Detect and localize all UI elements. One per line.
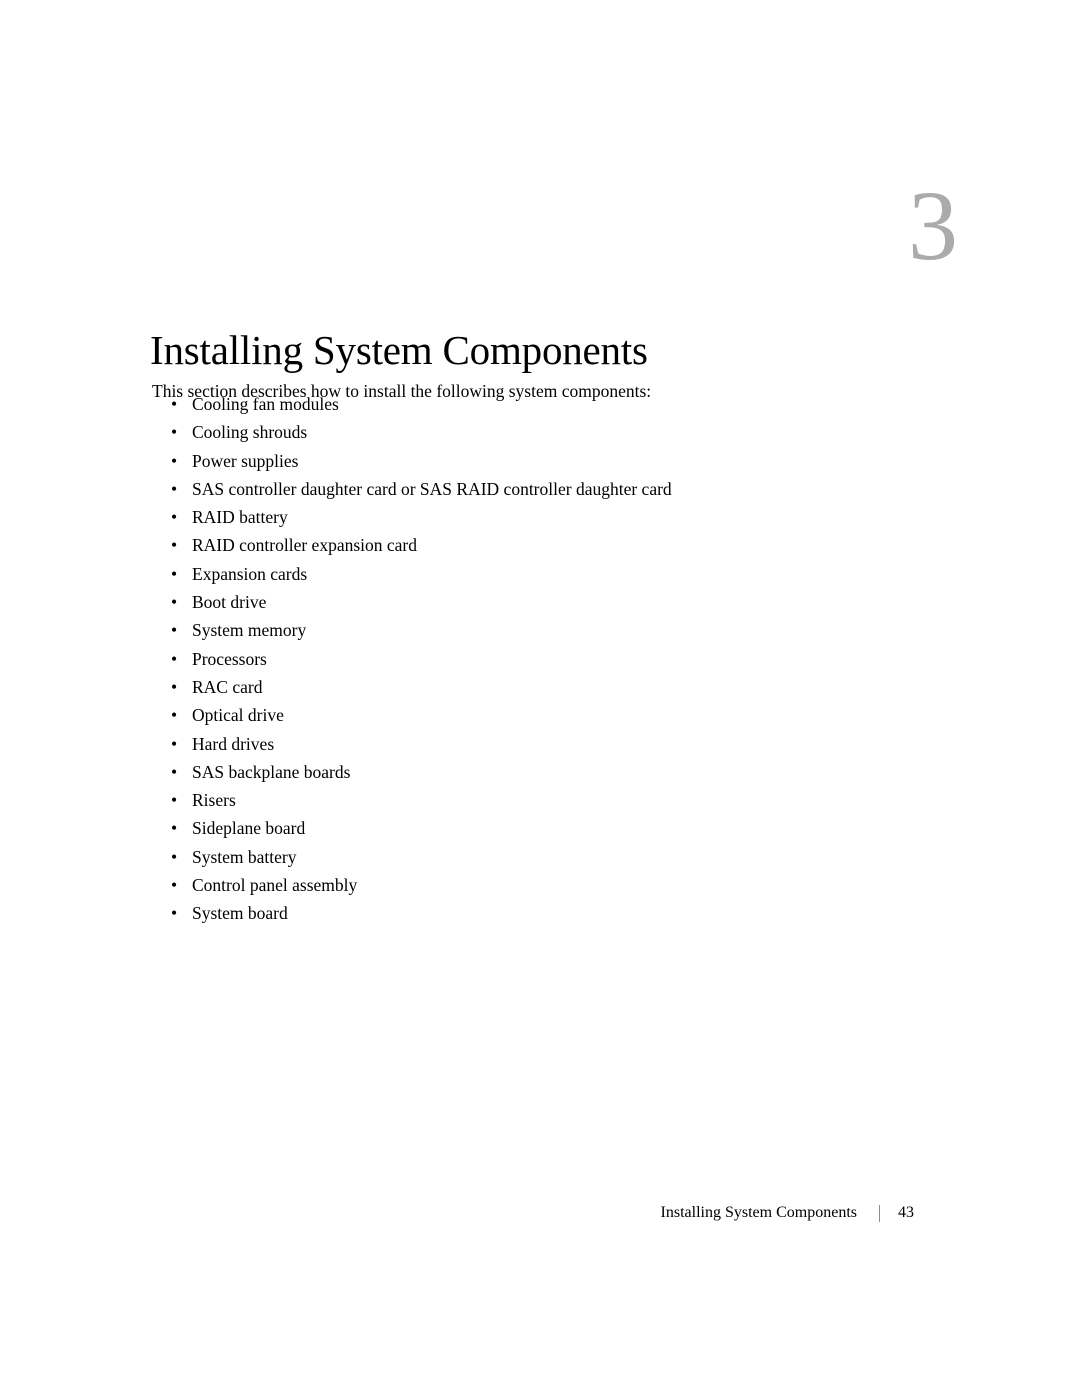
list-item-label: Expansion cards (192, 563, 308, 584)
bullet-icon: • (171, 507, 178, 528)
list-item: • Optical drive (152, 701, 872, 729)
list-item-label: System memory (192, 620, 307, 641)
list-item-label: System board (192, 903, 288, 924)
component-list: • Cooling fan modules • Cooling shrouds • Pow… (152, 390, 872, 928)
list-item-label: Power supplies (192, 450, 299, 471)
list-item-label: RAC card (192, 676, 263, 697)
bullet-icon: • (171, 422, 178, 443)
list-item-label: Hard drives (192, 733, 275, 754)
bullet-icon: • (171, 846, 178, 867)
bullet-icon: • (171, 535, 178, 556)
list-item: • System battery (152, 843, 872, 871)
page-title: Installing System Components (150, 327, 648, 374)
list-item: • RAID battery (152, 503, 872, 531)
list-item: • RAC card (152, 673, 872, 701)
list-item-label: Risers (192, 790, 236, 811)
bullet-icon: • (171, 648, 178, 669)
bullet-icon: • (171, 903, 178, 924)
list-item: • Risers (152, 786, 872, 814)
list-item-label: RAID battery (192, 507, 288, 528)
list-item-label: Sideplane board (192, 818, 306, 839)
list-item: • RAID controller expansion card (152, 531, 872, 559)
bullet-icon: • (171, 563, 178, 584)
list-item: • System memory (152, 616, 872, 644)
list-item: • Power supplies (152, 447, 872, 475)
bullet-icon: • (171, 394, 178, 414)
list-item: • Expansion cards (152, 560, 872, 588)
list-item-label: RAID controller expansion card (192, 535, 417, 556)
list-item: • Sideplane board (152, 814, 872, 842)
list-item-label: Cooling fan modules (192, 394, 339, 414)
list-item: • System board (152, 899, 872, 927)
page-footer: Installing System Components 43 (0, 1200, 1080, 1226)
bullet-icon: • (171, 450, 178, 471)
bullet-icon: • (171, 818, 178, 839)
bullet-icon: • (171, 875, 178, 896)
chapter-number: 3 (908, 170, 958, 281)
list-item: • Hard drives (152, 730, 872, 758)
bullet-icon: • (171, 733, 178, 754)
list-item-label: System battery (192, 846, 297, 867)
list-item-label: Processors (192, 648, 267, 669)
bullet-icon: • (171, 790, 178, 811)
footer-separator-icon (879, 1204, 880, 1222)
list-item-label: Control panel assembly (192, 875, 358, 896)
bullet-icon: • (171, 592, 178, 613)
list-item-label: Boot drive (192, 592, 267, 613)
list-item-label: Optical drive (192, 705, 284, 726)
bullet-icon: • (171, 478, 178, 499)
bullet-icon: • (171, 676, 178, 697)
list-item: • SAS backplane boards (152, 758, 872, 786)
list-item: • Boot drive (152, 588, 872, 616)
list-item: • SAS controller daughter card or SAS RAI… (152, 475, 872, 503)
footer-chapter-label: Installing System Components (660, 1204, 857, 1221)
list-item-label: SAS backplane boards (192, 761, 351, 782)
bullet-icon: • (171, 761, 178, 782)
list-item: • Cooling shrouds (152, 418, 872, 446)
bullet-icon: • (171, 705, 178, 726)
list-item: • Cooling fan modules (152, 390, 872, 418)
list-item: • Control panel assembly (152, 871, 872, 899)
list-item-label: SAS controller daughter card or SAS RAID… (192, 478, 672, 499)
list-item-label: Cooling shrouds (192, 422, 308, 443)
list-item: • Processors (152, 645, 872, 673)
footer-page-number: 43 (898, 1204, 914, 1221)
document-page: 3 Installing System Components This sect… (0, 0, 1080, 1397)
bullet-icon: • (171, 620, 178, 641)
